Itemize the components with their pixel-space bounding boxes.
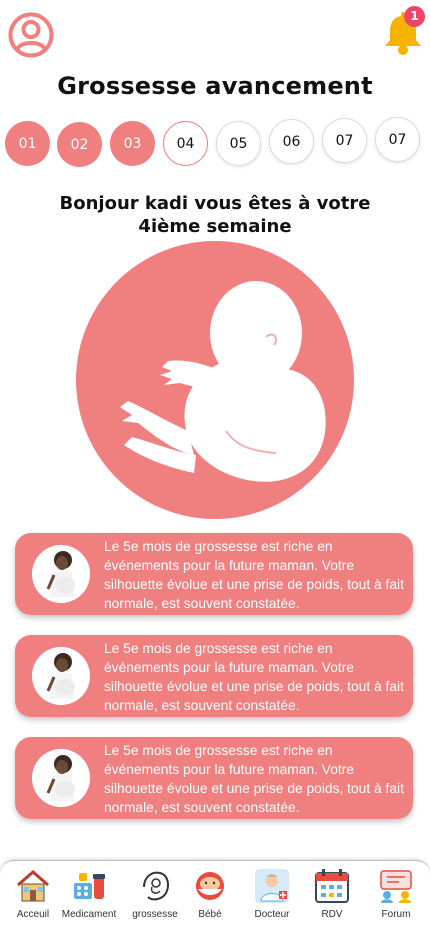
nav-label: Docteur <box>254 909 290 920</box>
step-03[interactable]: 03 <box>110 121 155 166</box>
step-04[interactable]: 04 <box>163 121 208 166</box>
nav-item-bebe[interactable]: Bébé <box>190 867 230 929</box>
info-card-text: Le 5e mois de grossesse est riche en évé… <box>104 539 404 611</box>
pregnant-woman-avatar <box>32 647 90 705</box>
step-07[interactable]: 07 <box>322 118 367 163</box>
bottom-navigation: Acceuil Medicament grossesse Bébé Docteu… <box>0 860 430 932</box>
step-05[interactable]: 05 <box>216 121 261 166</box>
step-08[interactable]: 07 <box>375 117 420 162</box>
info-card-text: Le 5e mois de grossesse est riche en évé… <box>104 641 404 713</box>
fetus-illustration <box>76 241 354 519</box>
nav-label: Forum <box>381 909 411 920</box>
nav-label: grossesse <box>132 909 178 920</box>
forum-icon <box>380 870 412 903</box>
nav-item-grossesse[interactable]: grossesse <box>130 867 180 929</box>
progress-steps: 01 02 03 04 05 06 07 07 <box>0 117 430 170</box>
calendar-icon <box>315 869 349 903</box>
nav-label: RDV <box>321 909 343 920</box>
nav-item-forum[interactable]: Forum <box>374 867 418 929</box>
info-card-1[interactable]: Le 5e mois de grossesse est riche en évé… <box>15 533 413 615</box>
step-01[interactable]: 01 <box>5 121 50 166</box>
info-card-3[interactable]: Le 5e mois de grossesse est riche en évé… <box>15 737 413 819</box>
nav-item-medicament[interactable]: Medicament <box>62 867 116 929</box>
pregnancy-icon <box>143 871 169 901</box>
info-card-2[interactable]: Le 5e mois de grossesse est riche en évé… <box>15 635 413 717</box>
medicine-icon <box>74 873 105 899</box>
pregnant-woman-avatar <box>32 545 90 603</box>
nav-label: Bébé <box>198 909 222 920</box>
nav-item-rdv[interactable]: RDV <box>312 867 352 929</box>
greeting-text: Bonjour kadi vous êtes à votre 4ième sem… <box>59 193 371 237</box>
page-title: Grossesse avancement <box>57 72 373 100</box>
pregnant-woman-avatar <box>32 749 90 807</box>
user-circle-icon[interactable] <box>8 12 54 58</box>
house-icon <box>17 870 49 902</box>
nav-label: Acceuil <box>16 909 50 920</box>
nav-item-acceuil[interactable]: Acceuil <box>12 867 54 929</box>
nav-item-docteur[interactable]: Docteur <box>250 867 294 929</box>
nav-label: Medicament <box>61 909 117 920</box>
baby-icon <box>196 872 224 900</box>
step-06[interactable]: 06 <box>269 119 314 164</box>
top-bar: 1 <box>0 0 430 70</box>
info-card-text: Le 5e mois de grossesse est riche en évé… <box>104 743 404 815</box>
notification-badge: 1 <box>404 6 425 27</box>
doctor-icon <box>255 869 289 903</box>
step-02[interactable]: 02 <box>57 122 102 167</box>
